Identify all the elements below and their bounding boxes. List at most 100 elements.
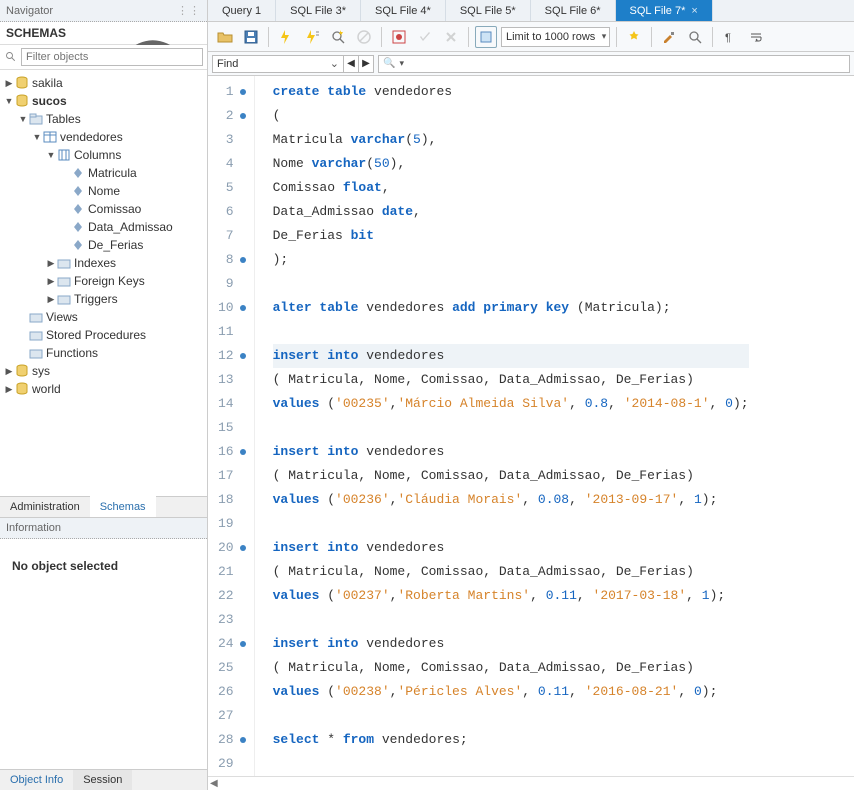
code-line[interactable] [273, 416, 749, 440]
find-input[interactable]: ▾ [378, 55, 850, 73]
brush-button[interactable] [658, 26, 680, 48]
diamond-icon [70, 202, 86, 216]
find-button[interactable] [684, 26, 706, 48]
editor-tab[interactable]: SQL File 5* [446, 0, 531, 21]
tree-functions[interactable]: Functions [0, 344, 207, 362]
tree-tables[interactable]: ▼Tables [0, 110, 207, 128]
rollback-button[interactable] [440, 26, 462, 48]
tree-column[interactable]: De_Ferias [0, 236, 207, 254]
beautify-button[interactable] [623, 26, 645, 48]
code-line[interactable]: values ('00236','Cláudia Morais', 0.08, … [273, 488, 749, 512]
stop-button[interactable] [353, 26, 375, 48]
code-line[interactable]: De_Ferias bit [273, 224, 749, 248]
tab-label: SQL File 5* [460, 5, 516, 17]
tree-columns[interactable]: ▼Columns [0, 146, 207, 164]
wrap-button[interactable] [745, 26, 767, 48]
information-header: Information [0, 517, 207, 539]
code-line[interactable]: Comissao float, [273, 176, 749, 200]
execute-button[interactable] [275, 26, 297, 48]
tab-schemas[interactable]: Schemas [90, 496, 156, 517]
editor-tab[interactable]: SQL File 6* [531, 0, 616, 21]
code-line[interactable]: ); [273, 248, 749, 272]
find-next-button[interactable]: ▶ [358, 55, 374, 73]
code-line[interactable]: insert into vendedores [273, 632, 749, 656]
tree-db-sucos[interactable]: ▼sucos [0, 92, 207, 110]
refresh-icon[interactable] [104, 26, 202, 40]
tree-column[interactable]: Nome [0, 182, 207, 200]
code-line[interactable] [273, 752, 749, 776]
tree-triggers[interactable]: ▶Triggers [0, 290, 207, 308]
code-line[interactable]: create table vendedores [273, 80, 749, 104]
code-line[interactable] [273, 608, 749, 632]
find-prev-button[interactable]: ◀ [343, 55, 359, 73]
code-line[interactable] [273, 704, 749, 728]
separator-icon [468, 27, 469, 47]
code-line[interactable]: Data_Admissao date, [273, 200, 749, 224]
editor-tab[interactable]: SQL File 7*× [616, 0, 713, 21]
code-line[interactable]: Matricula varchar(5), [273, 128, 749, 152]
code-line[interactable]: insert into vendedores [273, 440, 749, 464]
limit-rows-combo[interactable]: Limit to 1000 rows [501, 27, 610, 47]
horizontal-scroll[interactable]: ◀ [208, 776, 854, 790]
code-line[interactable]: values ('00238','Péricles Alves', 0.11, … [273, 680, 749, 704]
code-line[interactable]: ( Matricula, Nome, Comissao, Data_Admiss… [273, 560, 749, 584]
code-line[interactable]: select * from vendedores; [273, 728, 749, 752]
code-line[interactable]: insert into vendedores [273, 536, 749, 560]
code-line[interactable]: ( Matricula, Nome, Comissao, Data_Admiss… [273, 464, 749, 488]
tree-column[interactable]: Data_Admissao [0, 218, 207, 236]
folder-icon [56, 292, 72, 306]
separator-icon [616, 27, 617, 47]
tree-table-vendedores[interactable]: ▼vendedores [0, 128, 207, 146]
tree-column[interactable]: Comissao [0, 200, 207, 218]
code-line[interactable] [273, 512, 749, 536]
code-line[interactable]: alter table vendedores add primary key (… [273, 296, 749, 320]
code-area[interactable]: create table vendedores(Matricula varcha… [255, 76, 749, 776]
close-icon[interactable]: × [691, 5, 697, 17]
code-line[interactable] [273, 320, 749, 344]
code-line[interactable]: values ('00235','Márcio Almeida Silva', … [273, 392, 749, 416]
tab-session[interactable]: Session [73, 770, 132, 790]
tree-column[interactable]: Matricula [0, 164, 207, 182]
find-mode-combo[interactable]: Find [212, 55, 344, 73]
line-number: 1 [218, 80, 248, 104]
commit-button[interactable] [414, 26, 436, 48]
diamond-icon [70, 166, 86, 180]
schemas-header: SCHEMAS [0, 22, 207, 45]
save-button[interactable] [240, 26, 262, 48]
toggle-autocommit-button[interactable] [388, 26, 410, 48]
sql-editor[interactable]: 1234567891011121314151617181920212223242… [208, 76, 854, 776]
code-line[interactable]: ( [273, 104, 749, 128]
tree-db-sakila[interactable]: ▶sakila [0, 74, 207, 92]
code-line[interactable]: Nome varchar(50), [273, 152, 749, 176]
open-file-button[interactable] [214, 26, 236, 48]
line-number: 18 [218, 488, 248, 512]
tree-db-sys[interactable]: ▶sys [0, 362, 207, 380]
toggle-invisible-button[interactable]: ¶ [719, 26, 741, 48]
editor-tab[interactable]: SQL File 3* [276, 0, 361, 21]
code-line[interactable]: values ('00237','Roberta Martins', 0.11,… [273, 584, 749, 608]
code-line[interactable]: insert into vendedores [273, 344, 749, 368]
tree-views[interactable]: Views [0, 308, 207, 326]
tab-administration[interactable]: Administration [0, 497, 90, 517]
toggle-limit-button[interactable] [475, 26, 497, 48]
tree-stored-procedures[interactable]: Stored Procedures [0, 326, 207, 344]
tree-db-world[interactable]: ▶world [0, 380, 207, 398]
filter-input[interactable] [21, 48, 203, 66]
line-number: 2 [218, 104, 248, 128]
execute-current-button[interactable] [301, 26, 323, 48]
explain-button[interactable] [327, 26, 349, 48]
code-line[interactable] [273, 272, 749, 296]
columns-icon [56, 148, 72, 162]
tree-foreign-keys[interactable]: ▶Foreign Keys [0, 272, 207, 290]
chevron-down-icon[interactable]: ▾ [399, 58, 404, 69]
editor-tab[interactable]: SQL File 4* [361, 0, 446, 21]
line-number: 6 [218, 200, 248, 224]
tab-object-info[interactable]: Object Info [0, 770, 73, 790]
editor-tab[interactable]: Query 1 [208, 0, 276, 21]
schema-tree[interactable]: ▶sakila ▼sucos ▼Tables ▼vendedores ▼Colu… [0, 70, 207, 496]
tree-indexes[interactable]: ▶Indexes [0, 254, 207, 272]
code-line[interactable]: ( Matricula, Nome, Comissao, Data_Admiss… [273, 656, 749, 680]
main-area: Query 1SQL File 3*SQL File 4* SQL File 5*… [208, 0, 854, 790]
panel-grip-icon[interactable]: ⋮⋮ [177, 4, 201, 17]
code-line[interactable]: ( Matricula, Nome, Comissao, Data_Admiss… [273, 368, 749, 392]
